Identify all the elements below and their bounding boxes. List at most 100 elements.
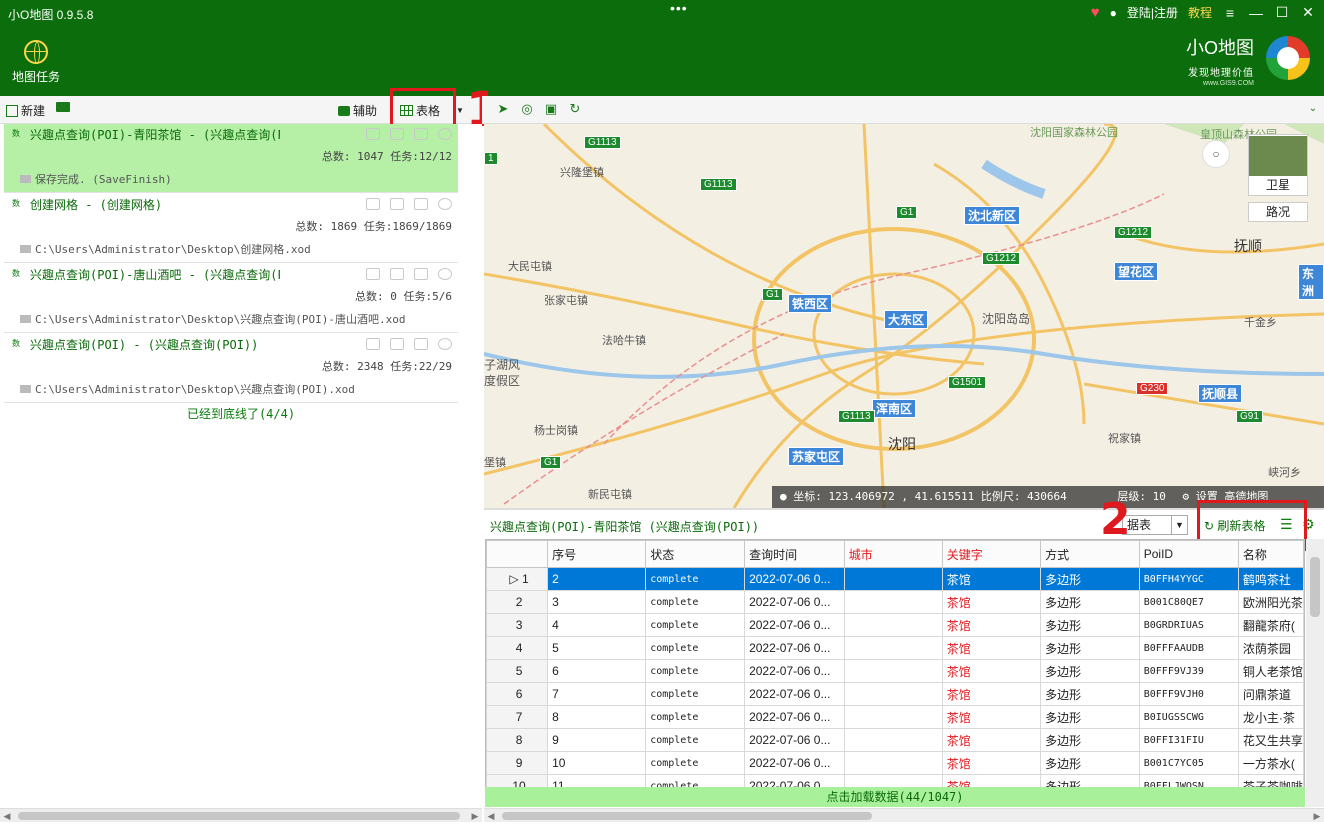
marker-icon[interactable]: ◎: [520, 102, 534, 116]
export-icon[interactable]: [366, 268, 380, 280]
table-cell[interactable]: 茶馆: [941, 728, 1042, 752]
table-row[interactable]: 3 4 complete 2022-07-06 0... 茶馆 多边形 B0GRDRIUAS…: [486, 613, 1304, 637]
table-cell[interactable]: 问鼎茶道: [1237, 682, 1304, 706]
column-header[interactable]: 关键字: [941, 540, 1042, 568]
table-row[interactable]: 6 7 complete 2022-07-06 0... 茶馆 多边形 B0FFF9VJH0…: [486, 682, 1304, 706]
play-icon[interactable]: [438, 268, 452, 280]
table-cell[interactable]: 8: [547, 705, 647, 729]
scroll-thumb[interactable]: [18, 812, 460, 820]
table-cell[interactable]: 2022-07-06 0...: [744, 728, 845, 752]
table-cell[interactable]: complete: [645, 751, 746, 775]
table-cell[interactable]: 茶馆: [941, 590, 1042, 614]
table-cell[interactable]: 多边形: [1040, 705, 1140, 729]
table-cell[interactable]: complete: [645, 682, 746, 706]
table-cell[interactable]: 2022-07-06 0...: [744, 613, 845, 637]
tutorial-link[interactable]: 教程: [1188, 4, 1212, 21]
grid-horizontal-scrollbar[interactable]: ◀ ▶: [484, 808, 1324, 822]
table-cell[interactable]: 铜人老茶馆: [1237, 659, 1304, 683]
traffic-toggle[interactable]: 路况: [1248, 202, 1308, 222]
new-button[interactable]: 新建: [6, 102, 45, 119]
settings-icon[interactable]: [390, 128, 404, 140]
column-header[interactable]: [486, 540, 549, 568]
table-cell[interactable]: complete: [645, 590, 746, 614]
sheet-select[interactable]: 据表 ▼: [1122, 515, 1188, 535]
table-cell[interactable]: B0FFI31FIU: [1138, 728, 1239, 752]
column-header[interactable]: 序号: [547, 540, 647, 568]
table-cell[interactable]: 7: [547, 682, 647, 706]
table-cell[interactable]: 龙小主·茶: [1237, 705, 1304, 729]
map-task-button[interactable]: 地图任务: [8, 40, 64, 85]
table-cell[interactable]: [843, 567, 943, 591]
pointer-icon[interactable]: ➤: [496, 102, 510, 116]
table-cell[interactable]: 多边形: [1040, 728, 1140, 752]
grid-vertical-scrollbar[interactable]: [1306, 539, 1324, 807]
table-cell[interactable]: [843, 682, 943, 706]
table-cell[interactable]: complete: [645, 636, 746, 660]
scroll-left-icon[interactable]: ◀: [484, 809, 498, 823]
play-icon[interactable]: [438, 198, 452, 210]
table-cell[interactable]: complete: [645, 613, 746, 637]
table-cell[interactable]: 欧洲阳光茶: [1237, 590, 1304, 614]
satellite-toggle[interactable]: 卫星: [1248, 134, 1308, 196]
row-header[interactable]: ▷ 1: [486, 567, 549, 591]
scroll-right-icon[interactable]: ▶: [468, 809, 482, 823]
task-item[interactable]: 数 兴趣点查询(POI) - (兴趣点查询(POI)) 总数: 2348 任务:…: [4, 334, 458, 403]
map-view[interactable]: 沈阳国家森林公园 皇顶山森林公园 兴隆堡镇 大民屯镇 张家屯镇 法哈牛镇 子湖风…: [484, 124, 1324, 508]
table-cell[interactable]: 茶馆: [941, 659, 1042, 683]
export-icon[interactable]: [366, 128, 380, 140]
scroll-thumb[interactable]: [1310, 557, 1320, 617]
table-row[interactable]: 5 6 complete 2022-07-06 0... 茶馆 多边形 B0FFF9VJ39…: [486, 659, 1304, 683]
table-cell[interactable]: 多边形: [1040, 590, 1140, 614]
table-cell[interactable]: 花又生共享: [1237, 728, 1304, 752]
settings-icon[interactable]: [390, 198, 404, 210]
table-cell[interactable]: complete: [645, 728, 746, 752]
chart-icon[interactable]: [414, 128, 428, 140]
close-button[interactable]: ✕: [1300, 4, 1316, 21]
table-cell[interactable]: 2: [547, 567, 647, 591]
column-header[interactable]: 查询时间: [744, 540, 845, 568]
task-item[interactable]: 数 兴趣点查询(POI)-唐山酒吧 - (兴趣点查询(POI 总数: 0 任务:…: [4, 264, 458, 333]
collapse-icon[interactable]: ⌄: [1306, 102, 1320, 116]
table-cell[interactable]: [843, 728, 943, 752]
table-cell[interactable]: complete: [645, 659, 746, 683]
table-cell[interactable]: 多边形: [1040, 682, 1140, 706]
column-header[interactable]: 城市: [843, 540, 943, 568]
table-row[interactable]: 4 5 complete 2022-07-06 0... 茶馆 多边形 B0FFFAAUDB…: [486, 636, 1304, 660]
task-item[interactable]: 数 兴趣点查询(POI)-青阳茶馆 - (兴趣点查询(POI 总数: 1047 …: [4, 124, 458, 193]
column-header[interactable]: PoiID: [1138, 540, 1239, 568]
table-cell[interactable]: 2022-07-06 0...: [744, 751, 845, 775]
settings-icon[interactable]: [390, 268, 404, 280]
row-header[interactable]: 2: [486, 590, 549, 614]
column-header[interactable]: 名称: [1237, 540, 1304, 568]
play-icon[interactable]: [438, 338, 452, 350]
chart-icon[interactable]: [414, 338, 428, 350]
table-cell[interactable]: complete: [645, 567, 746, 591]
table-cell[interactable]: 2022-07-06 0...: [744, 636, 845, 660]
table-cell[interactable]: 茶馆: [941, 636, 1042, 660]
table-cell[interactable]: 茶馆: [941, 705, 1042, 729]
table-cell[interactable]: B0FFF9VJH0: [1138, 682, 1239, 706]
table-row[interactable]: 7 8 complete 2022-07-06 0... 茶馆 多边形 B0IUGSSCWG…: [486, 705, 1304, 729]
open-button[interactable]: [56, 102, 70, 112]
map-search-icon[interactable]: ○: [1202, 140, 1230, 168]
row-header[interactable]: 5: [486, 659, 549, 683]
heart-icon[interactable]: ♥: [1091, 4, 1100, 21]
table-cell[interactable]: 多边形: [1040, 659, 1140, 683]
table-cell[interactable]: B0GRDRIUAS: [1138, 613, 1239, 637]
play-icon[interactable]: [438, 128, 452, 140]
table-cell[interactable]: [843, 636, 943, 660]
table-cell[interactable]: 9: [547, 728, 647, 752]
table-row[interactable]: 8 9 complete 2022-07-06 0... 茶馆 多边形 B0FFI31FIU…: [486, 728, 1304, 752]
table-cell[interactable]: [843, 613, 943, 637]
table-cell[interactable]: 茶馆: [941, 751, 1042, 775]
table-cell[interactable]: 一方茶水(: [1237, 751, 1304, 775]
table-cell[interactable]: 茶馆: [941, 613, 1042, 637]
table-cell[interactable]: 10: [547, 751, 647, 775]
table-row[interactable]: 2 3 complete 2022-07-06 0... 茶馆 多边形 B001C80QE7…: [486, 590, 1304, 614]
toolbar-dropdown[interactable]: ▼: [456, 106, 464, 115]
settings-icon[interactable]: [390, 338, 404, 350]
table-cell[interactable]: B0FFH4YYGC: [1138, 567, 1239, 591]
row-header[interactable]: 6: [486, 682, 549, 706]
row-header[interactable]: 7: [486, 705, 549, 729]
export-icon[interactable]: [366, 198, 380, 210]
